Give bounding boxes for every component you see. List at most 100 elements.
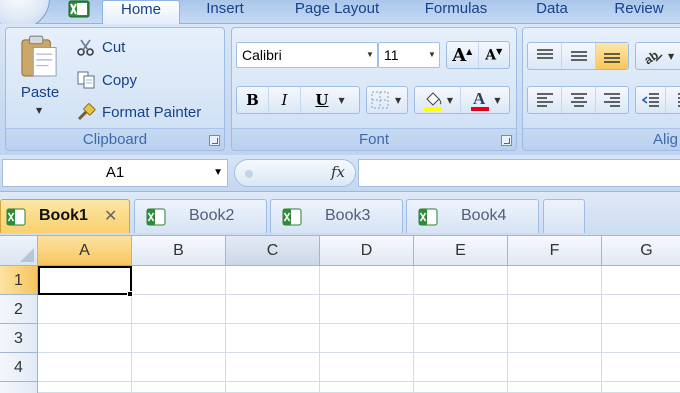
grid-cell[interactable] [602,295,680,324]
font-dialog-launcher[interactable] [501,135,512,146]
grid-cell[interactable] [508,295,602,324]
column-header-g[interactable]: G [602,236,680,266]
column-header-c[interactable]: C [226,236,320,266]
grid-cell[interactable] [602,353,680,382]
column-header-d[interactable]: D [320,236,414,266]
top-align-button[interactable] [528,43,562,69]
column-header-e[interactable]: E [414,236,508,266]
workbook-tab-book1[interactable]: Book1 ✕ [0,199,130,233]
row-header-3[interactable]: 3 [0,324,38,353]
clipboard-dialog-launcher[interactable] [209,135,220,146]
grid-cell[interactable] [132,266,226,295]
format-painter-button[interactable]: Format Painter [76,101,201,123]
formula-bar-resize-handle[interactable] [245,170,253,178]
row-header-2[interactable]: 2 [0,295,38,324]
chevron-down-icon[interactable]: ▼ [338,96,344,105]
row-header-1[interactable]: 1 [0,266,38,295]
grid-cell[interactable] [226,324,320,353]
tab-home[interactable]: Home [102,0,180,24]
shrink-font-button[interactable]: A▼ [479,42,510,68]
chevron-down-icon[interactable]: ▼ [494,96,500,105]
align-center-button[interactable] [562,87,596,113]
tab-data[interactable]: Data [522,0,582,24]
grow-font-button[interactable]: A▲ [447,42,479,68]
name-box[interactable]: A1 ▼ [2,159,228,187]
grid-cell[interactable] [414,324,508,353]
workbook-tab-book2[interactable]: Book2 [134,199,267,233]
grid-cell[interactable] [602,324,680,353]
increase-indent-button[interactable] [666,87,680,113]
active-cell-a1[interactable] [38,266,132,295]
grid-cell[interactable] [226,295,320,324]
workbook-tab-book4[interactable]: Book4 [406,199,539,233]
tab-insert[interactable]: Insert [190,0,260,24]
grid-cell[interactable] [414,382,508,393]
grid-cell[interactable] [414,266,508,295]
grid-cell[interactable] [38,353,132,382]
column-header-a[interactable]: A [38,236,132,266]
align-right-button[interactable] [596,87,628,113]
align-left-button[interactable] [528,87,562,113]
chevron-down-icon[interactable]: ▼ [363,43,377,67]
cut-button[interactable]: Cut [76,36,125,58]
tab-formulas[interactable]: Formulas [410,0,502,24]
grid-cell[interactable] [602,266,680,295]
close-icon[interactable]: ✕ [104,206,117,225]
decrease-indent-button[interactable] [636,87,666,113]
chevron-down-icon[interactable]: ▼ [395,96,401,105]
bold-button[interactable]: B [237,87,269,113]
chevron-down-icon[interactable]: ▼ [425,43,439,67]
bottom-align-button[interactable] [596,43,628,69]
grid-cell[interactable] [320,353,414,382]
grid-cell[interactable] [132,324,226,353]
grid-cell[interactable] [508,353,602,382]
tab-review[interactable]: Review [600,0,678,24]
paste-button[interactable]: Paste ▼ [12,32,68,124]
underline-button[interactable]: U ▼ [301,87,359,113]
fill-color-button[interactable]: ▼ [415,87,461,113]
grid-cell[interactable] [508,382,602,393]
grid-cell[interactable] [602,382,680,393]
orientation-button[interactable]: ab ▼ [635,42,680,70]
formula-input[interactable] [358,159,680,187]
fill-handle[interactable] [127,291,133,297]
grid-cell[interactable] [38,382,132,393]
insert-function-button[interactable]: fx [331,163,345,181]
column-header-f[interactable]: F [508,236,602,266]
grid-cell[interactable] [132,353,226,382]
grid-cell[interactable] [508,324,602,353]
copy-button[interactable]: Copy [76,69,137,91]
grid-cell[interactable] [320,295,414,324]
select-all-button[interactable] [0,236,38,266]
tab-page-layout[interactable]: Page Layout [278,0,396,24]
chevron-down-icon[interactable]: ▼ [213,160,223,186]
grid-cell[interactable] [132,382,226,393]
grid-cell[interactable] [508,266,602,295]
middle-align-button[interactable] [562,43,596,69]
grid-cell[interactable] [320,266,414,295]
font-family-combo[interactable]: Calibri ▼ [236,42,378,68]
grid-cell[interactable] [320,324,414,353]
grid-cell[interactable] [38,324,132,353]
italic-button[interactable]: I [269,87,301,113]
chevron-down-icon[interactable]: ▼ [668,52,674,61]
vertical-align-buttons [527,42,629,70]
grid-cell[interactable] [132,295,226,324]
grid-cell[interactable] [414,295,508,324]
font-color-button[interactable]: A ▼ [461,87,509,113]
grid-cell[interactable] [226,266,320,295]
font-size-combo[interactable]: 11 ▼ [378,42,440,68]
grid-cell[interactable] [226,382,320,393]
excel-icon[interactable] [68,0,90,18]
grid-cell[interactable] [320,382,414,393]
grid-cell[interactable] [414,353,508,382]
row-header-4[interactable]: 4 [0,353,38,382]
column-header-b[interactable]: B [132,236,226,266]
chevron-down-icon[interactable]: ▼ [447,96,453,105]
new-workbook-tab[interactable] [543,199,585,233]
grid-cell[interactable] [226,353,320,382]
grid-cell[interactable] [38,295,132,324]
borders-button[interactable]: ▼ [366,86,408,114]
row-header-5[interactable] [0,382,38,393]
workbook-tab-book3[interactable]: Book3 [270,199,403,233]
